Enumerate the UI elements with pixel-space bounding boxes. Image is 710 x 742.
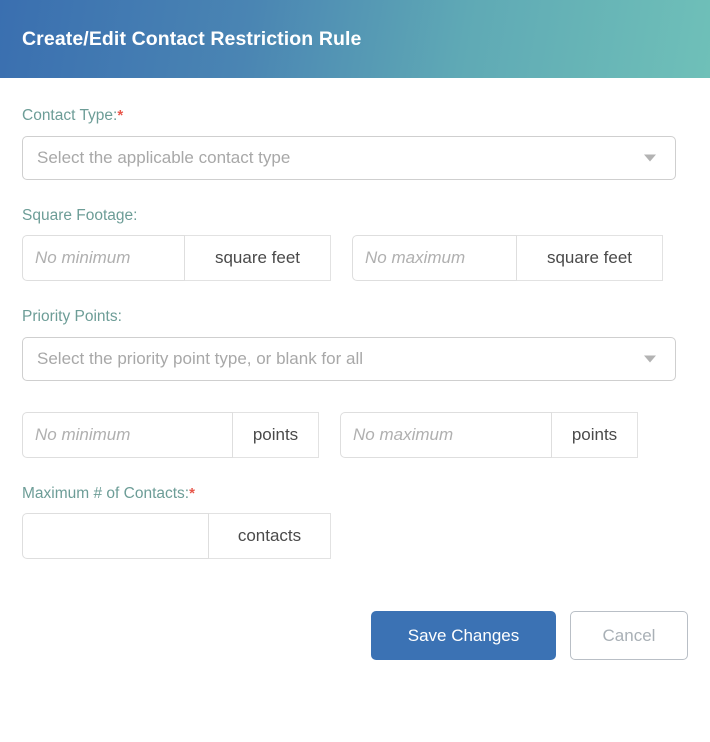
field-square-footage: Square Footage: square feet square feet (22, 208, 688, 282)
contact-type-label: Contact Type:* (22, 108, 688, 124)
save-button[interactable]: Save Changes (371, 611, 556, 660)
contact-type-label-text: Contact Type: (22, 107, 117, 124)
spacer (22, 381, 688, 412)
square-footage-min-input[interactable] (22, 235, 185, 281)
priority-points-select[interactable]: Select the priority point type, or blank… (22, 337, 676, 381)
square-footage-row: square feet square feet (22, 235, 688, 281)
priority-points-min-group: points (22, 412, 319, 458)
modal-footer: Save Changes Cancel (0, 611, 710, 660)
square-footage-label: Square Footage: (22, 208, 688, 224)
spacer (22, 281, 688, 309)
page-title: Create/Edit Contact Restriction Rule (22, 28, 362, 51)
field-contact-type: Contact Type:* Select the applicable con… (22, 108, 688, 180)
field-priority-points: Priority Points: Select the priority poi… (22, 309, 688, 381)
required-asterisk: * (117, 107, 123, 124)
priority-points-range-row: points points (22, 412, 688, 458)
contact-type-placeholder: Select the applicable contact type (37, 148, 290, 168)
field-maximum-contacts: Maximum # of Contacts:* contacts (22, 486, 688, 560)
maximum-contacts-unit: contacts (209, 513, 331, 559)
contact-type-select[interactable]: Select the applicable contact type (22, 136, 676, 180)
chevron-down-icon (644, 355, 656, 362)
priority-points-label: Priority Points: (22, 309, 688, 325)
square-footage-min-group: square feet (22, 235, 331, 281)
spacer (22, 458, 688, 486)
priority-points-max-group: points (340, 412, 638, 458)
cancel-button[interactable]: Cancel (570, 611, 688, 660)
square-footage-max-group: square feet (352, 235, 663, 281)
maximum-contacts-label: Maximum # of Contacts:* (22, 486, 688, 502)
chevron-down-icon (644, 154, 656, 161)
priority-points-min-input[interactable] (22, 412, 233, 458)
maximum-contacts-label-text: Maximum # of Contacts: (22, 485, 189, 502)
maximum-contacts-input[interactable] (22, 513, 209, 559)
square-footage-max-unit: square feet (517, 235, 663, 281)
modal-body: Contact Type:* Select the applicable con… (0, 78, 710, 559)
priority-points-placeholder: Select the priority point type, or blank… (37, 349, 363, 369)
maximum-contacts-group: contacts (22, 513, 688, 559)
priority-points-max-input[interactable] (340, 412, 552, 458)
priority-points-min-unit: points (233, 412, 319, 458)
square-footage-max-input[interactable] (352, 235, 517, 281)
required-asterisk: * (189, 485, 195, 502)
spacer (22, 180, 688, 208)
modal-header: Create/Edit Contact Restriction Rule (0, 0, 710, 78)
square-footage-min-unit: square feet (185, 235, 331, 281)
priority-points-max-unit: points (552, 412, 638, 458)
